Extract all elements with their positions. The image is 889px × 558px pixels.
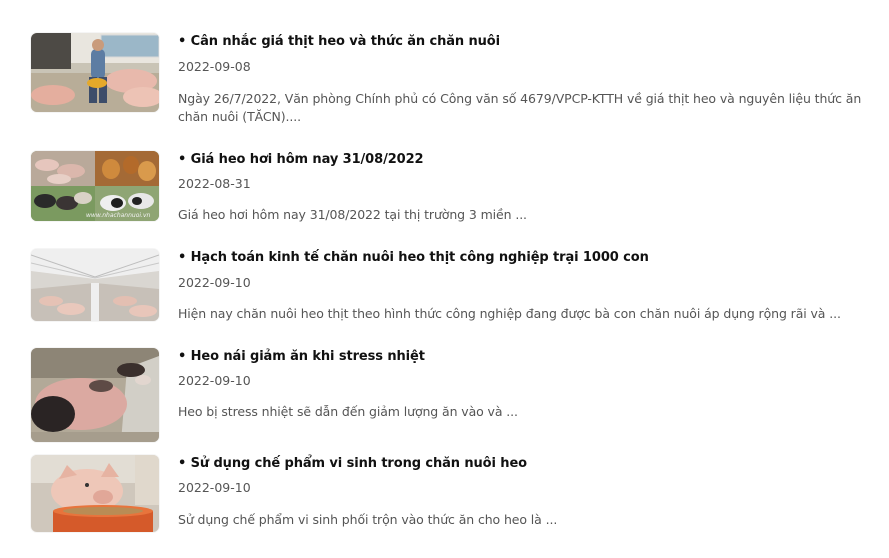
- news-date: 2022-09-10: [178, 275, 251, 290]
- news-date: 2022-09-10: [178, 480, 251, 495]
- news-title-link[interactable]: • Heo nái giảm ăn khi stress nhiệt: [178, 349, 425, 364]
- news-thumbnail[interactable]: www.nhachannuoi.vn: [31, 151, 159, 221]
- news-title-link[interactable]: • Sử dụng chế phẩm vi sinh trong chăn nu…: [178, 456, 527, 471]
- news-title-link[interactable]: • Hạch toán kinh tế chăn nuôi heo thịt c…: [178, 250, 649, 265]
- news-date: 2022-08-31: [178, 176, 251, 191]
- news-thumbnail[interactable]: [31, 348, 159, 442]
- news-thumbnail[interactable]: [31, 33, 159, 112]
- news-excerpt: Giá heo hơi hôm nay 31/08/2022 tại thị t…: [178, 207, 527, 222]
- news-excerpt: Ngày 26/7/2022, Văn phòng Chính phủ có C…: [178, 91, 862, 124]
- news-excerpt: Hiện nay chăn nuôi heo thịt theo hình th…: [178, 306, 841, 321]
- news-thumbnail[interactable]: [31, 249, 159, 321]
- news-list: • Cân nhắc giá thịt heo và thức ăn chăn …: [0, 0, 889, 558]
- news-excerpt: Sử dụng chế phẩm vi sinh phối trộn vào t…: [178, 512, 558, 527]
- svg-text:www.nhachannuoi.vn: www.nhachannuoi.vn: [86, 212, 151, 219]
- news-date: 2022-09-08: [178, 59, 251, 74]
- news-title-link[interactable]: • Giá heo hơi hôm nay 31/08/2022: [178, 152, 424, 167]
- news-date: 2022-09-10: [178, 373, 251, 388]
- news-title-link[interactable]: • Cân nhắc giá thịt heo và thức ăn chăn …: [178, 34, 500, 49]
- news-thumbnail[interactable]: [31, 455, 159, 532]
- news-excerpt: Heo bị stress nhiệt sẽ dẫn đến giảm lượn…: [178, 404, 518, 419]
